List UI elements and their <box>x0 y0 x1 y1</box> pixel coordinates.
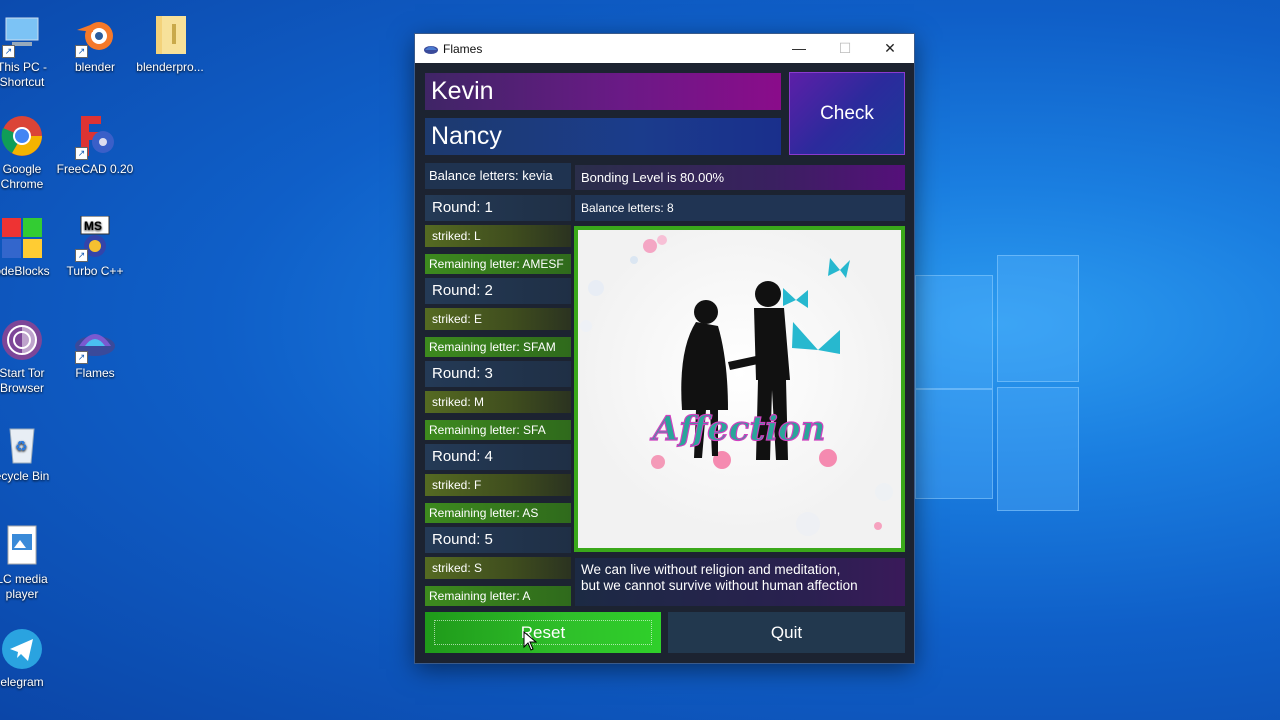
desktop-icon-label: FreeCAD 0.20 <box>56 162 134 176</box>
desktop-icon-codeblocks[interactable]: odeBlocks <box>0 216 61 279</box>
app-body: Kevin Nancy Check Balance letters: kevia… <box>415 63 914 663</box>
minimize-button[interactable]: — <box>779 37 819 60</box>
remaining-label: Remaining letter: SFAM <box>425 337 571 357</box>
vlc-icon <box>0 524 44 568</box>
title-bar[interactable]: Flames — ☐ ✕ <box>415 34 914 63</box>
flames-app-icon: ↗ <box>73 318 117 364</box>
remaining-label: Remaining letter: AS <box>425 503 571 523</box>
desktop-icon-label: odeBlocks <box>0 264 50 278</box>
name2-input[interactable]: Nancy <box>425 118 781 155</box>
desktop-icon-label: ecycle Bin <box>0 469 50 483</box>
chrome-icon <box>0 114 44 158</box>
desktop-icon-label: Start Tor Browser <box>0 366 45 395</box>
desktop-icon-recycle-bin[interactable]: ♻ ecycle Bin <box>0 421 61 484</box>
desktop-icon-label: LC media player <box>0 572 48 601</box>
this-pc-icon: ↗ <box>0 12 44 58</box>
striked-label: striked: S <box>425 557 571 579</box>
desktop-icon-label: Turbo C++ <box>66 264 124 278</box>
desktop-icon-label: blenderpro... <box>136 60 204 74</box>
turbo-cpp-icon: MS ↗ <box>73 215 117 262</box>
remaining-label: Remaining letter: SFA <box>425 420 571 440</box>
folder-icon <box>148 12 192 56</box>
desktop-icon-turbo-cpp[interactable]: MS ↗ Turbo C++ <box>56 215 134 279</box>
remaining-label: Remaining letter: A <box>425 586 571 606</box>
desktop-icon-label: Google Chrome <box>0 162 44 191</box>
mouse-cursor-icon <box>523 631 537 651</box>
round-label: Round: 5 <box>425 527 571 553</box>
desktop-icon-this-pc[interactable]: ↗ This PC - Shortcut <box>0 12 61 90</box>
windows-logo-wallpaper <box>915 255 1080 515</box>
tor-browser-icon <box>0 318 44 362</box>
telegram-icon <box>0 627 44 671</box>
desktop-icon-label: This PC - Shortcut <box>0 60 47 89</box>
desktop-icon-tor[interactable]: Start Tor Browser <box>0 318 61 396</box>
desktop-icon-chrome[interactable]: Google Chrome <box>0 114 61 192</box>
striked-label: striked: M <box>425 391 571 413</box>
desktop-icon-vlc[interactable]: LC media player <box>0 524 61 602</box>
flames-window: Flames — ☐ ✕ Kevin Nancy Check Balance l… <box>415 34 914 663</box>
blender-icon: ↗ <box>73 12 117 58</box>
focus-ring <box>434 620 652 645</box>
check-button[interactable]: Check <box>789 72 905 155</box>
desktop-icon-label: blender <box>74 60 116 74</box>
name1-input[interactable]: Kevin <box>425 73 781 110</box>
desktop-icon-blender[interactable]: ↗ blender <box>56 12 134 75</box>
quote-line-1: We can live without religion and meditat… <box>581 562 841 577</box>
result-image: Affection <box>574 226 905 552</box>
recycle-bin-icon: ♻ <box>0 421 44 465</box>
window-title: Flames <box>443 42 483 56</box>
svg-text:MS: MS <box>84 219 102 233</box>
round-label: Round: 2 <box>425 278 571 304</box>
striked-label: striked: E <box>425 308 571 330</box>
quote-label: We can live without religion and meditat… <box>575 558 905 606</box>
striked-label: striked: L <box>425 225 571 247</box>
desktop-icon-label: Flames <box>75 366 115 380</box>
striked-label: striked: F <box>425 474 571 496</box>
desktop-icon-blenderpro[interactable]: blenderpro... <box>131 12 209 75</box>
desktop-icon-freecad[interactable]: ↗ FreeCAD 0.20 <box>56 114 134 177</box>
balance-letters-right: Balance letters: 8 <box>575 195 905 221</box>
quote-line-2: but we cannot survive without human affe… <box>581 578 858 593</box>
desktop-icon-label: elegram <box>0 675 44 689</box>
reset-button[interactable]: Reset <box>425 612 661 653</box>
codeblocks-icon <box>0 216 44 260</box>
remaining-label: Remaining letter: AMESF <box>425 254 571 274</box>
desktop-icon-telegram[interactable]: elegram <box>0 627 61 690</box>
quit-button[interactable]: Quit <box>668 612 905 653</box>
app-icon <box>424 46 438 54</box>
freecad-icon: ↗ <box>73 114 117 160</box>
affection-text: Affection <box>650 409 826 449</box>
svg-text:♻: ♻ <box>15 439 28 455</box>
desktop-icon-flames[interactable]: ↗ Flames <box>56 318 134 381</box>
round-label: Round: 1 <box>425 195 571 221</box>
round-label: Round: 4 <box>425 444 571 470</box>
bonding-level-label: Bonding Level is 80.00% <box>575 165 905 190</box>
maximize-button[interactable]: ☐ <box>825 37 865 60</box>
affection-illustration: Affection <box>578 230 901 548</box>
round-label: Round: 3 <box>425 361 571 387</box>
balance-letters-left: Balance letters: kevia <box>425 163 571 189</box>
close-button[interactable]: ✕ <box>870 37 910 60</box>
